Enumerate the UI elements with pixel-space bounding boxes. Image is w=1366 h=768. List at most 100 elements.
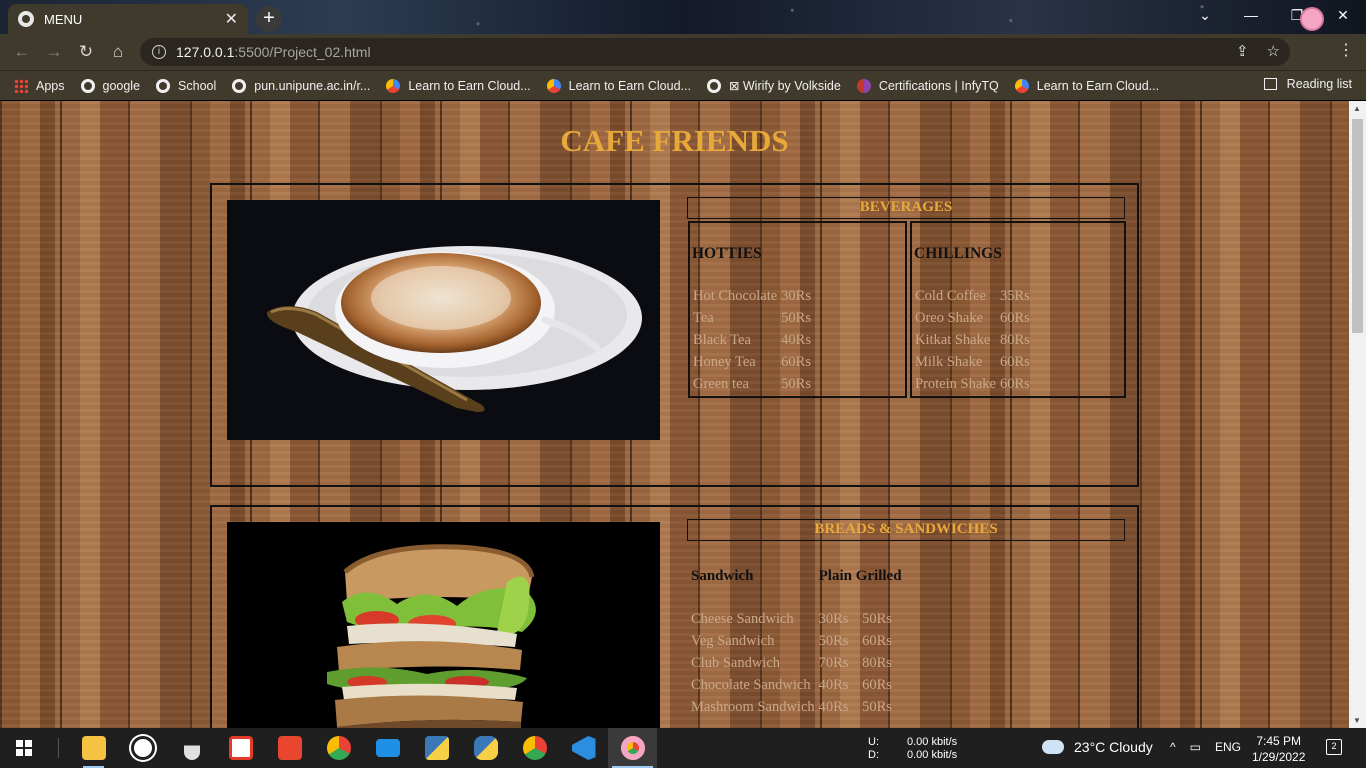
- taskbar-python-idle[interactable]: [412, 728, 461, 768]
- bookmark-infytq[interactable]: Certifications | InfyTQ: [856, 78, 999, 93]
- xampp-icon: [228, 736, 253, 760]
- bookmark-star-icon[interactable]: ☆: [1267, 42, 1280, 60]
- breads-heading: BREADS & SANDWICHES: [687, 519, 1125, 541]
- reload-icon[interactable]: ↻: [70, 42, 102, 62]
- coffee-image: [227, 200, 660, 440]
- table-row: Hot Chocolate 30Rs: [693, 287, 811, 304]
- browser-tab-menu[interactable]: MENU ✕: [8, 4, 248, 34]
- forward-icon[interactable]: →: [38, 42, 70, 62]
- clock[interactable]: 7:45 PM 1/29/2022: [1252, 733, 1305, 765]
- hotties-table: Hot Chocolate 30Rs Tea 50Rs Black Tea 40Rs …: [692, 285, 812, 395]
- globe-icon: [80, 78, 95, 93]
- globe-icon: [232, 78, 247, 93]
- bookmarks-bar: Apps google School pun.unipune.ac.in/r..…: [0, 70, 1366, 100]
- download-speed: 0.00 kbit/s: [907, 749, 958, 761]
- menu-kebab-icon[interactable]: ⋮: [1338, 40, 1354, 60]
- bookmark-school[interactable]: School: [156, 78, 216, 93]
- table-row: Veg Sandwich 50Rs 60Rs: [691, 632, 892, 649]
- bookmark-cloud-2[interactable]: Learn to Earn Cloud...: [546, 78, 691, 93]
- taskbar-chrome-2[interactable]: [510, 728, 559, 768]
- chevron-up-icon[interactable]: ^: [1170, 740, 1176, 754]
- taskbar-whatsapp[interactable]: [118, 728, 167, 768]
- table-header-row: Sandwich Plain Grilled: [689, 565, 904, 587]
- table-row: Chocolate Sandwich 40Rs 60Rs: [691, 676, 892, 693]
- sandwich-table: Sandwich Plain Grilled Cheese Sandwich 30…: [689, 565, 904, 718]
- table-row: Mashroom Sandwich 40Rs 50Rs: [691, 698, 892, 715]
- bookmark-google[interactable]: google: [80, 78, 140, 93]
- chillings-menu: CHILLINGS Cold Coffee 35Rs Oreo Shake 60Rs…: [910, 221, 1126, 398]
- google-cloud-icon: [546, 78, 561, 93]
- scroll-down-icon[interactable]: ▼: [1353, 716, 1361, 725]
- chillings-table: Cold Coffee 35Rs Oreo Shake 60Rs Kitkat Sh…: [914, 285, 1031, 395]
- table-row: Honey Tea 60Rs: [693, 353, 811, 370]
- weather-widget[interactable]: 23°C Cloudy: [1042, 739, 1153, 755]
- tab-search-icon[interactable]: ⌄: [1182, 0, 1228, 30]
- table-row: Club Sandwich 70Rs 80Rs: [691, 654, 892, 671]
- minimize-button[interactable]: —: [1228, 0, 1274, 30]
- start-button[interactable]: [0, 728, 48, 768]
- system-tray: ^ ▭ ENG: [1170, 740, 1241, 754]
- new-tab-button[interactable]: +: [256, 6, 282, 32]
- hotties-title: HOTTIES: [692, 245, 762, 262]
- table-row: Green tea 50Rs: [693, 375, 811, 392]
- page-scrollbar[interactable]: ▲ ▼: [1349, 101, 1366, 728]
- column-header-plain-grilled: Plain Grilled: [818, 567, 902, 584]
- battery-icon[interactable]: ▭: [1190, 740, 1201, 754]
- profile-avatar[interactable]: [1300, 7, 1324, 31]
- apps-grid-icon: [14, 78, 28, 93]
- chillings-title: CHILLINGS: [914, 245, 1002, 262]
- sandwich-menu: Sandwich Plain Grilled Cheese Sandwich 30…: [689, 565, 904, 718]
- reading-list-button[interactable]: Reading list: [1263, 77, 1352, 91]
- browser-titlebar: MENU ✕ + ⌄ — ❐ ✕: [0, 0, 1366, 34]
- taskbar-git[interactable]: [265, 728, 314, 768]
- bookmark-wirify[interactable]: ⊠ Wirify by Volkside: [706, 78, 841, 93]
- url-path: :5500/Project_02.html: [234, 44, 371, 60]
- language-indicator[interactable]: ENG: [1215, 740, 1241, 754]
- taskbar-xampp[interactable]: [216, 728, 265, 768]
- taskbar-vscode[interactable]: [559, 728, 608, 768]
- taskbar-java[interactable]: [167, 728, 216, 768]
- hotties-menu: HOTTIES Hot Chocolate 30Rs Tea 50Rs Black …: [688, 221, 907, 398]
- window-controls: ⌄ — ❐ ✕: [1182, 0, 1366, 30]
- taskbar-file-explorer[interactable]: [69, 728, 118, 768]
- close-window-button[interactable]: ✕: [1320, 0, 1366, 30]
- scrollbar-thumb[interactable]: [1352, 119, 1363, 333]
- taskbar-python[interactable]: [461, 728, 510, 768]
- home-icon[interactable]: ⌂: [102, 42, 134, 62]
- table-row: Cheese Sandwich 30Rs 50Rs: [691, 610, 892, 627]
- bookmark-cloud-1[interactable]: Learn to Earn Cloud...: [386, 78, 531, 93]
- reading-list-icon: [1263, 78, 1277, 90]
- site-info-icon[interactable]: i: [152, 45, 166, 59]
- globe-icon: [18, 11, 34, 27]
- back-icon[interactable]: ←: [6, 42, 38, 62]
- close-tab-icon[interactable]: ✕: [225, 9, 238, 29]
- java-icon: [183, 736, 200, 760]
- table-row: Black Tea 40Rs: [693, 331, 811, 348]
- windows-logo-icon: [16, 740, 32, 756]
- taskbar-chrome-1[interactable]: [314, 728, 363, 768]
- globe-icon: [156, 78, 171, 93]
- page-title: CAFE FRIENDS: [560, 123, 789, 158]
- python-file-icon: [424, 736, 449, 760]
- taskbar-chrome-profile[interactable]: [608, 728, 657, 768]
- mail-icon: [375, 739, 400, 757]
- browser-toolbar: ← → ↻ ⌂ i 127.0.0.1 :5500/Project_02.htm…: [0, 34, 1366, 70]
- chrome-icon: [326, 736, 351, 760]
- clock-date: 1/29/2022: [1252, 750, 1306, 764]
- google-cloud-icon: [386, 78, 401, 93]
- folder-icon: [81, 736, 106, 760]
- bookmark-unipune[interactable]: pun.unipune.ac.in/r...: [232, 78, 370, 93]
- address-bar[interactable]: i 127.0.0.1 :5500/Project_02.html ⇪ ☆: [140, 38, 1290, 66]
- bookmark-cloud-3[interactable]: Learn to Earn Cloud...: [1014, 78, 1159, 93]
- scroll-up-icon[interactable]: ▲: [1353, 104, 1361, 113]
- chrome-icon: [522, 736, 547, 760]
- share-icon[interactable]: ⇪: [1236, 42, 1249, 60]
- bookmark-apps[interactable]: Apps: [14, 78, 65, 93]
- table-row: Kitkat Shake 80Rs: [915, 331, 1030, 348]
- table-row: Cold Coffee 35Rs: [915, 287, 1030, 304]
- network-speed: U: D: 0.00 kbit/s 0.00 kbit/s: [868, 736, 958, 761]
- notification-icon[interactable]: 2: [1326, 739, 1342, 755]
- cloud-icon: [1042, 740, 1064, 754]
- chrome-profile-icon: [620, 736, 645, 760]
- taskbar-mail[interactable]: [363, 728, 412, 768]
